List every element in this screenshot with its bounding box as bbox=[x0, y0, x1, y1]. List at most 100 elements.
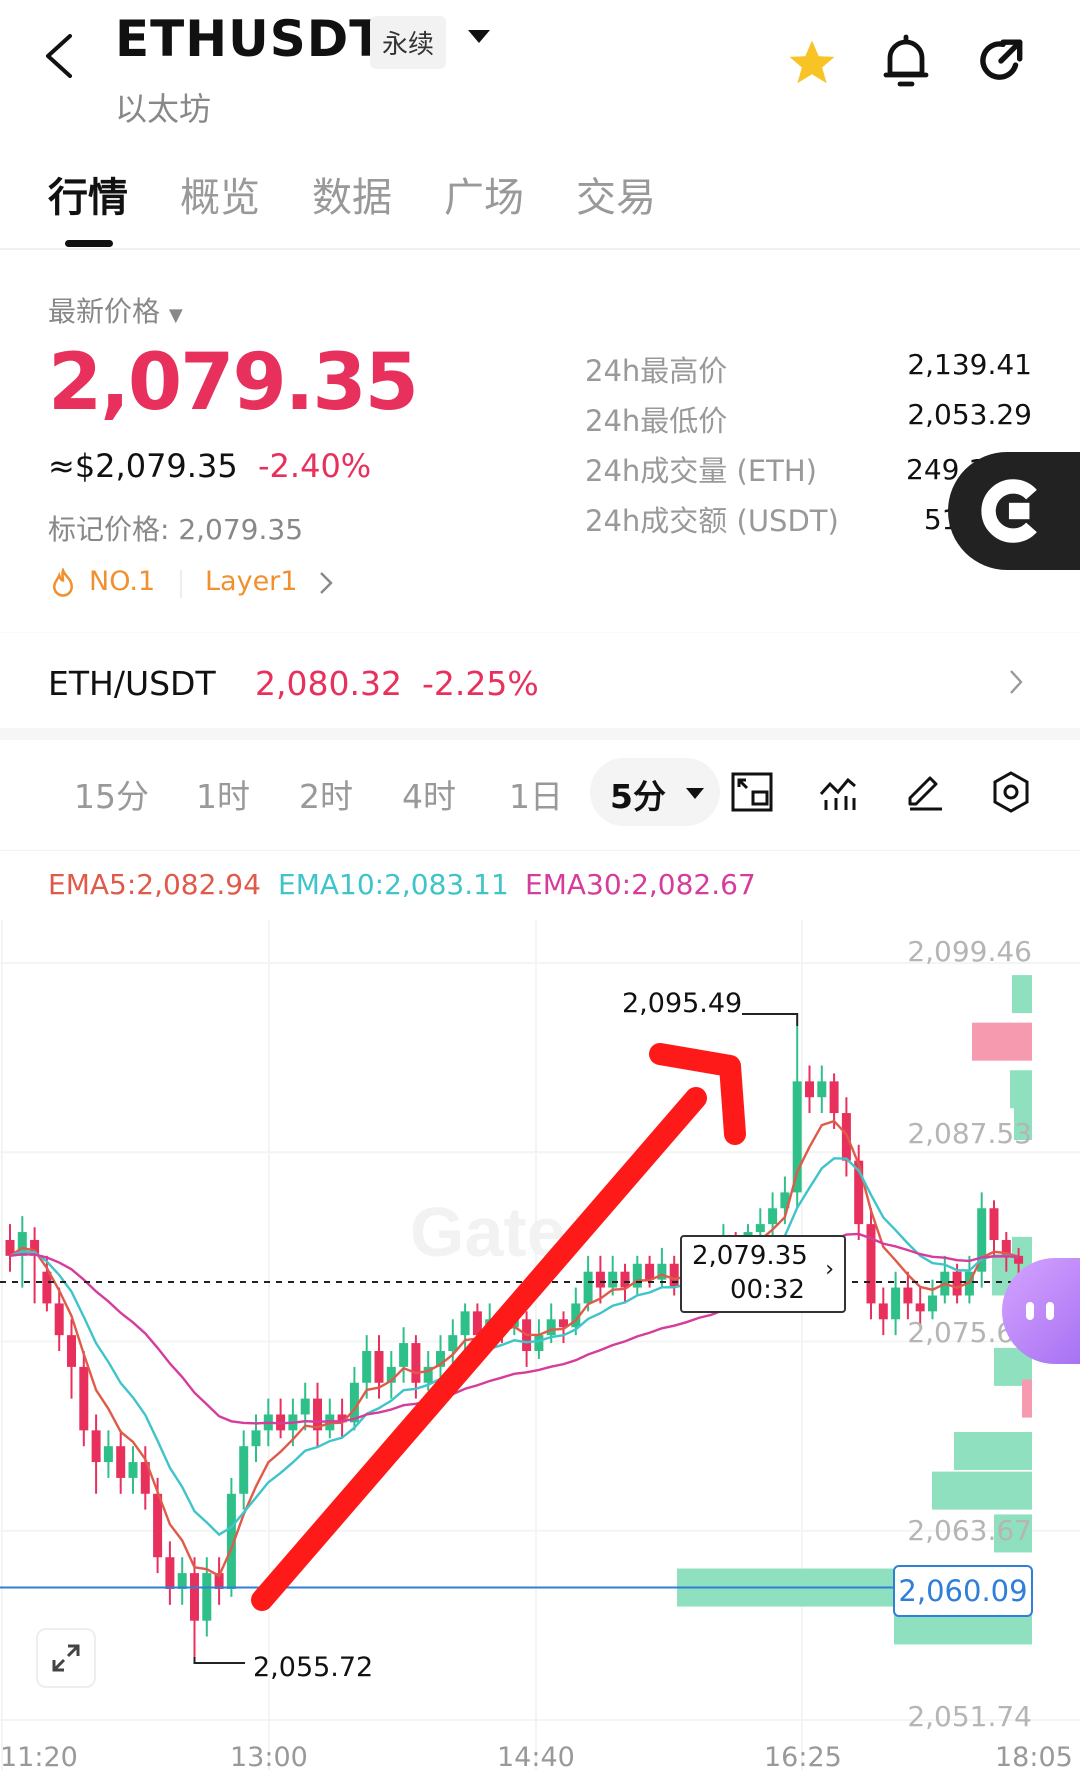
candle-body bbox=[79, 1366, 89, 1431]
high-leader-line bbox=[742, 1012, 799, 1026]
candle-body bbox=[91, 1430, 101, 1463]
interval-1d[interactable]: 1日 bbox=[509, 770, 589, 818]
tag-separator bbox=[180, 570, 182, 598]
expand-chart-button[interactable] bbox=[36, 1628, 96, 1688]
fullscreen-chart-icon[interactable] bbox=[731, 772, 773, 812]
spot-pair-name[interactable]: ETH/USDT bbox=[48, 664, 216, 703]
star-icon[interactable] bbox=[785, 36, 839, 90]
candle-body bbox=[67, 1335, 76, 1367]
candle-body bbox=[952, 1271, 962, 1296]
countdown-value: 00:32 bbox=[730, 1275, 805, 1305]
candle-body bbox=[805, 1081, 814, 1098]
stat-value-high: 2,139.41 bbox=[907, 348, 1032, 381]
y-tick-label: 2,099.46 bbox=[907, 935, 1032, 968]
symbol-title[interactable]: ETHUSDT bbox=[115, 10, 384, 68]
stat-label-turnover: 24h成交额 (USDT) bbox=[585, 504, 839, 538]
price-line-tag[interactable]: 2,060.09 bbox=[893, 1565, 1033, 1617]
candle-body bbox=[534, 1335, 544, 1352]
depth-bar bbox=[932, 1471, 1032, 1510]
candle-body bbox=[546, 1319, 556, 1336]
floating-logo-widget[interactable] bbox=[948, 452, 1080, 570]
candle-body bbox=[54, 1303, 64, 1336]
interval-4h[interactable]: 4时 bbox=[402, 770, 509, 818]
tab-overview[interactable]: 概览 bbox=[180, 165, 260, 223]
expand-icon bbox=[52, 1644, 80, 1672]
back-icon[interactable] bbox=[40, 32, 76, 80]
candle-body bbox=[374, 1351, 384, 1383]
candle-body bbox=[817, 1081, 827, 1098]
low-price-label: 2,055.72 bbox=[253, 1652, 374, 1683]
gate-logo-icon bbox=[981, 479, 1037, 543]
candle-body bbox=[903, 1287, 913, 1304]
latest-price-label[interactable]: 最新价格 ▼ bbox=[48, 290, 183, 330]
contract-type-badge[interactable]: 永续 bbox=[370, 16, 447, 69]
high-price-label: 2,095.49 bbox=[622, 988, 743, 1019]
divider bbox=[0, 248, 1080, 250]
share-icon[interactable] bbox=[974, 36, 1028, 90]
candle-body bbox=[669, 1263, 679, 1288]
tab-trade[interactable]: 交易 bbox=[576, 165, 656, 223]
candle-body bbox=[645, 1263, 655, 1280]
y-tick-label: 2,051.74 bbox=[907, 1700, 1032, 1733]
red-arrow-line bbox=[251, 1087, 707, 1611]
current-price-tag[interactable]: 2,079.35 00:32 › bbox=[680, 1235, 846, 1313]
candle-body bbox=[411, 1343, 421, 1383]
sector-tag[interactable]: Layer1 bbox=[205, 566, 297, 597]
chevron-right-icon: › bbox=[825, 1257, 834, 1282]
x-tick-label: 16:25 bbox=[764, 1742, 842, 1773]
candle-body bbox=[755, 1224, 765, 1233]
settings-icon[interactable] bbox=[990, 770, 1032, 814]
candle-body bbox=[460, 1311, 470, 1336]
x-tick-label: 13:00 bbox=[230, 1742, 308, 1773]
assistant-eye-icon bbox=[1046, 1302, 1054, 1320]
rank-tag[interactable]: NO.1 bbox=[89, 566, 155, 597]
ema10-label: EMA10:2,083.11 bbox=[278, 868, 509, 901]
active-tab-indicator bbox=[65, 240, 113, 247]
interval-15m[interactable]: 15分 bbox=[74, 770, 196, 818]
stat-label-high: 24h最高价 bbox=[585, 354, 728, 388]
tab-square[interactable]: 广场 bbox=[444, 165, 524, 223]
interval-5m-selector[interactable]: 5分 bbox=[590, 758, 720, 826]
assistant-eye-icon bbox=[1026, 1302, 1034, 1320]
indicator-icon[interactable] bbox=[818, 772, 858, 812]
low-leader-line bbox=[193, 1656, 245, 1664]
stat-value-low: 2,053.29 bbox=[907, 398, 1032, 431]
candle-body bbox=[829, 1081, 839, 1114]
x-tick-label: 14:40 bbox=[497, 1742, 575, 1773]
stat-label-volume: 24h成交量 (ETH) bbox=[585, 454, 817, 488]
candle-body bbox=[989, 1208, 999, 1240]
depth-bar bbox=[954, 1431, 1032, 1470]
candle-body bbox=[595, 1271, 605, 1288]
interval-tabs: 15分 1时 2时 4时 1日 bbox=[74, 770, 589, 818]
symbol-dropdown-icon[interactable] bbox=[468, 30, 490, 43]
interval-2h[interactable]: 2时 bbox=[299, 770, 402, 818]
caret-down-icon bbox=[686, 788, 704, 799]
y-tick-label: 2,063.67 bbox=[907, 1514, 1032, 1547]
tab-data[interactable]: 数据 bbox=[312, 165, 392, 223]
usd-price: ≈$2,079.35 bbox=[48, 447, 238, 485]
tab-market[interactable]: 行情 bbox=[48, 165, 128, 223]
candle-body bbox=[239, 1446, 249, 1494]
divider bbox=[0, 850, 1080, 851]
ema5-label: EMA5:2,082.94 bbox=[48, 868, 261, 901]
candle-body bbox=[251, 1430, 261, 1447]
interval-1h[interactable]: 1时 bbox=[196, 770, 299, 818]
candle-body bbox=[878, 1303, 888, 1320]
stat-label-low: 24h最低价 bbox=[585, 404, 728, 438]
candle-body bbox=[583, 1271, 593, 1304]
spot-chevron-icon[interactable] bbox=[1008, 668, 1024, 696]
coin-name: 以太坊 bbox=[115, 90, 212, 128]
draw-tool-icon[interactable] bbox=[904, 772, 946, 812]
price-change: -2.40% bbox=[258, 447, 372, 485]
bell-icon[interactable] bbox=[880, 34, 932, 90]
chevron-right-icon[interactable] bbox=[318, 570, 334, 596]
depth-bar bbox=[1012, 975, 1032, 1014]
current-price-value: 2,079.35 bbox=[692, 1241, 808, 1271]
candle-body bbox=[620, 1271, 630, 1288]
ema30-label: EMA30:2,082.67 bbox=[525, 868, 756, 901]
y-tick-label: 2,087.53 bbox=[907, 1117, 1032, 1150]
candle-body bbox=[116, 1446, 126, 1478]
last-price: 2,079.35 bbox=[48, 338, 419, 428]
x-tick-label: 11:20 bbox=[0, 1742, 78, 1773]
main-tabs: 行情 概览 数据 广场 交易 bbox=[48, 165, 656, 223]
